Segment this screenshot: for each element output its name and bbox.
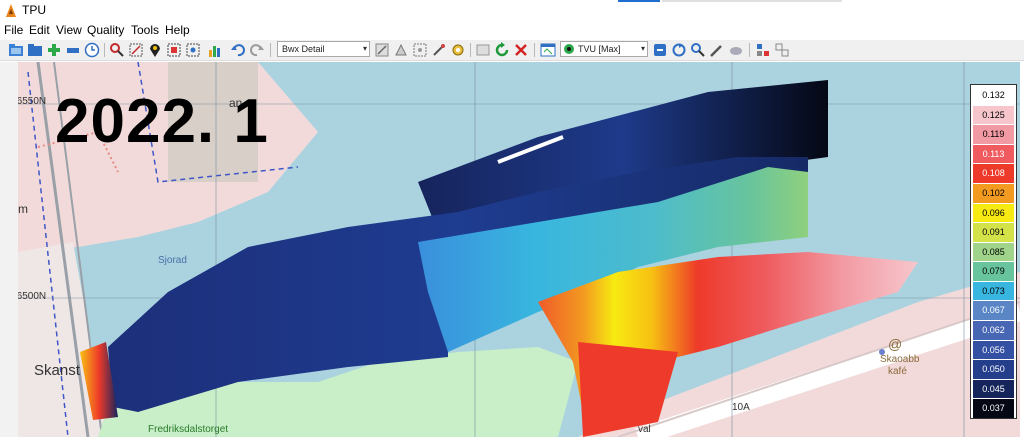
brush-icon[interactable] — [431, 42, 447, 58]
app-icon — [6, 4, 16, 17]
colorbar-entry: 0.079 — [973, 262, 1014, 281]
remove-icon[interactable] — [65, 42, 81, 58]
colorbar-entry: 0.073 — [973, 281, 1014, 301]
place-label-skansen: Skanst — [34, 362, 80, 379]
window-title: TPU — [22, 3, 46, 17]
colorbar-entry: 0.102 — [973, 183, 1014, 203]
zoom-red-icon[interactable] — [109, 42, 125, 58]
place-label-sjorad: Sjorad — [158, 255, 187, 266]
clock-icon[interactable] — [84, 42, 100, 58]
toolbar-separator — [470, 43, 471, 57]
clean-tool-icon[interactable] — [393, 42, 409, 58]
refresh-icon[interactable] — [494, 42, 510, 58]
histogram-icon[interactable] — [207, 42, 223, 58]
colorbar-entry: 0.096 — [973, 203, 1014, 223]
redo-icon[interactable] — [249, 42, 265, 58]
measure-icon[interactable] — [128, 42, 144, 58]
menu-view[interactable]: View — [56, 23, 82, 37]
toolbar: Bwx Detail ▾ TVU [Max] ▾ — [0, 40, 1024, 61]
marker-icon[interactable] — [147, 42, 163, 58]
colorbar-entry: 0.037 — [973, 399, 1014, 418]
tvu-dropdown[interactable]: TVU [Max] ▾ — [560, 41, 648, 57]
colorbar-entry: 0.125 — [973, 105, 1014, 125]
title-accent-strip-2 — [662, 0, 842, 2]
colorbar-entry: 0.085 — [973, 242, 1014, 262]
filter-box-icon[interactable] — [412, 42, 428, 58]
road-label-bottom: val — [638, 424, 651, 435]
close-icon[interactable] — [513, 42, 529, 58]
colorbar-entry: 0.091 — [973, 223, 1014, 242]
compute-icon[interactable] — [652, 42, 668, 58]
window-icon[interactable] — [540, 42, 556, 58]
title-bar: TPU — [0, 0, 1024, 22]
northing-label-mid: 6576500N — [18, 291, 47, 302]
chevron-down-icon: ▾ — [362, 44, 367, 53]
cafe-icon: @ — [888, 336, 903, 352]
select-box-icon[interactable] — [185, 42, 201, 58]
search-icon[interactable] — [690, 42, 706, 58]
settings-icon[interactable] — [450, 42, 466, 58]
menu-tools[interactable]: Tools — [131, 23, 159, 37]
road-label-10a: 10A — [732, 402, 750, 413]
toolbar-separator — [534, 43, 535, 57]
colorbar-entry: 0.119 — [973, 125, 1014, 144]
undo-icon[interactable] — [230, 42, 246, 58]
menu-help[interactable]: Help — [165, 23, 190, 37]
edit-tool-icon[interactable] — [374, 42, 390, 58]
colorbar-entry: 0.108 — [973, 164, 1014, 183]
select-region-icon[interactable] — [166, 42, 182, 58]
sync-icon[interactable] — [671, 42, 687, 58]
surface-dropdown-value: Bwx Detail — [282, 44, 325, 54]
northing-label-top: 6576550N — [18, 96, 47, 107]
add-icon[interactable] — [46, 42, 62, 58]
surface-dropdown[interactable]: Bwx Detail ▾ — [277, 41, 370, 57]
colorbar-entry: 0.113 — [973, 144, 1014, 164]
colorbar-entry: 0.050 — [973, 360, 1014, 379]
folder-icon[interactable] — [27, 42, 43, 58]
cafe-name-line2: kafé — [888, 366, 907, 377]
colorbar-entry: 0.062 — [973, 321, 1014, 340]
chevron-down-icon: ▾ — [640, 44, 645, 53]
left-panel-edge — [0, 62, 18, 437]
cloud-icon[interactable] — [728, 42, 744, 58]
menu-bar: File Edit View Quality Tools Help — [0, 22, 1024, 40]
toolbar-separator — [749, 43, 750, 57]
cafe-name-line1: Skaoabb — [880, 354, 920, 365]
title-accent-strip — [618, 0, 660, 2]
open-project-icon[interactable] — [8, 42, 24, 58]
menu-quality[interactable]: Quality — [87, 23, 124, 37]
colorbar-entry: 0.056 — [973, 340, 1014, 360]
place-label-fredriksdal: Fredriksdalstorget — [148, 424, 229, 435]
tvu-icon — [564, 44, 574, 54]
menu-file[interactable]: File — [4, 23, 23, 37]
year-overlay-label: 2022. 1 — [55, 87, 269, 156]
menu-edit[interactable]: Edit — [29, 23, 50, 37]
color-bar-legend: 0.132 0.125 0.119 0.113 0.108 0.102 0.096 0.091… — [970, 84, 1017, 419]
left-label-m: m — [18, 202, 28, 216]
layers-icon[interactable] — [774, 42, 790, 58]
colorbar-entry: 0.067 — [973, 301, 1014, 321]
tvu-dropdown-value: TVU [Max] — [578, 44, 621, 54]
colorbar-entry: 0.045 — [973, 379, 1014, 399]
flag-icon[interactable] — [475, 42, 491, 58]
grid-icon[interactable] — [755, 42, 771, 58]
colorbar-entry: 0.132 — [973, 86, 1014, 105]
pen-icon[interactable] — [709, 42, 725, 58]
toolbar-separator — [104, 43, 105, 57]
toolbar-separator — [270, 43, 271, 57]
